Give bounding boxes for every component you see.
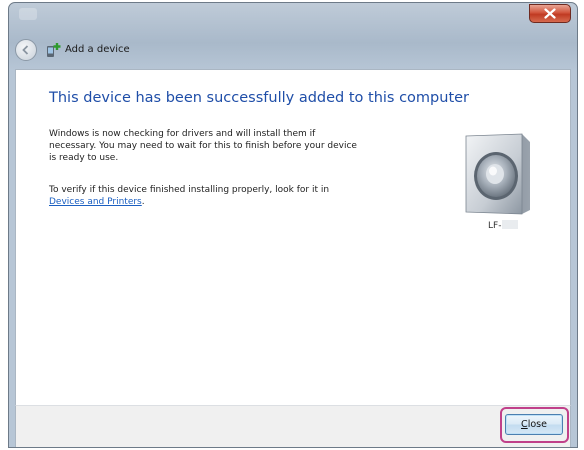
title-bar xyxy=(9,3,577,31)
close-button-accesskey: C xyxy=(521,419,528,430)
wizard-footer: Close xyxy=(15,405,571,447)
verify-info-line: To verify if this device finished instal… xyxy=(49,185,330,195)
close-button-label: lose xyxy=(527,419,547,430)
navigation-bar: Add a device xyxy=(9,31,577,71)
driver-info-line: is ready to use. xyxy=(49,153,119,163)
device-name-text: LF- xyxy=(488,221,502,231)
period: . xyxy=(141,197,145,207)
redacted-device-model xyxy=(502,220,519,229)
back-arrow-icon xyxy=(22,45,29,55)
wizard-content: This device has been successfully added … xyxy=(15,69,571,405)
add-device-icon xyxy=(47,43,61,57)
back-button[interactable] xyxy=(15,39,37,61)
driver-info-line: Windows is now checking for drivers and … xyxy=(49,129,316,139)
driver-info-line: necessary. You may need to wait for this… xyxy=(49,141,357,151)
device-name-label: LF- xyxy=(488,220,519,231)
verify-info-link-line: Devices and Printers. xyxy=(49,196,409,208)
driver-info-text: Windows is now checking for drivers and … xyxy=(49,128,409,164)
devices-and-printers-link[interactable]: Devices and Printers xyxy=(49,197,142,207)
verify-info-text: To verify if this device finished instal… xyxy=(49,184,409,208)
window-close-button[interactable] xyxy=(529,4,571,23)
close-icon xyxy=(544,8,556,19)
add-device-window: Add a device This device has been succes… xyxy=(8,2,578,448)
speaker-icon xyxy=(465,133,530,215)
window-app-icon xyxy=(19,8,37,20)
window-title: Add a device xyxy=(65,44,130,55)
page-title: This device has been successfully added … xyxy=(49,90,470,106)
close-button[interactable]: Close xyxy=(505,414,563,435)
